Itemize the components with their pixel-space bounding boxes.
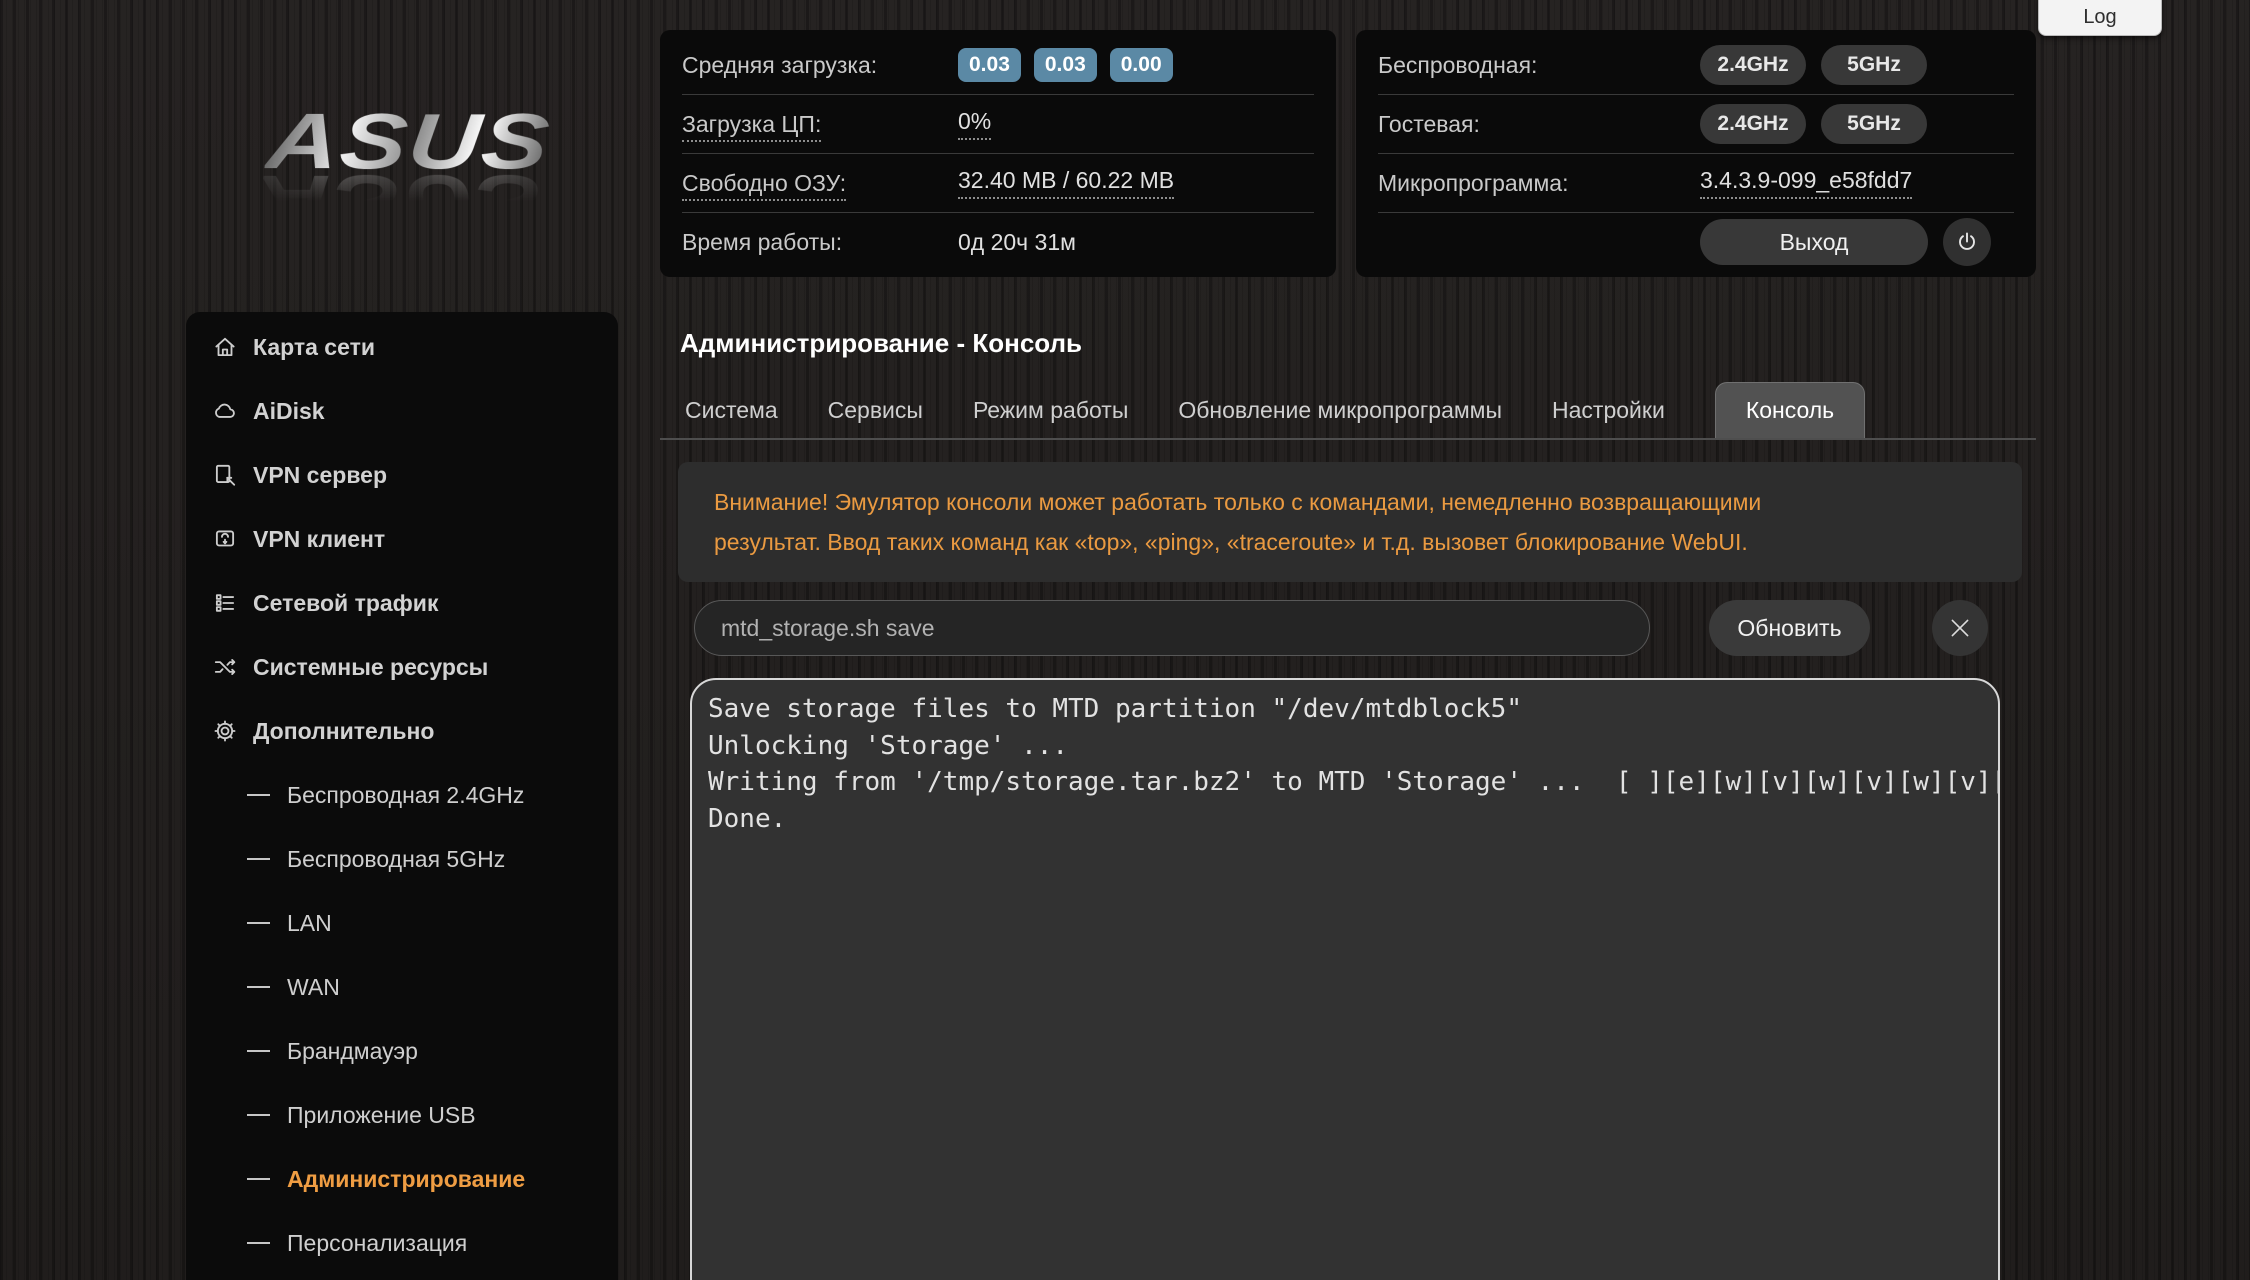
sidebar-item-label: VPN сервер (253, 461, 387, 488)
sidebar-subitem-wireless-24[interactable]: Беспроводная 2.4GHz (186, 763, 618, 827)
dash-icon (247, 1242, 270, 1244)
sidebar-item-network-map[interactable]: Карта сети (186, 315, 618, 379)
vpn-server-icon (212, 462, 238, 488)
console-line: Unlocking 'Storage' ... (708, 730, 1069, 761)
sidebar-subitem-firewall[interactable]: Брандмауэр (186, 1019, 618, 1083)
sidebar-subitem-label: Брандмауэр (287, 1037, 418, 1064)
tab-system[interactable]: Система (685, 397, 778, 424)
sidebar-subitem-wan[interactable]: WAN (186, 955, 618, 1019)
sidebar-subitem-label: LAN (287, 909, 332, 936)
refresh-button[interactable]: Обновить (1709, 600, 1870, 656)
dash-icon (247, 1178, 270, 1180)
dash-icon (247, 986, 270, 988)
sidebar-item-system-resources[interactable]: Системные ресурсы (186, 635, 618, 699)
cloud-icon (212, 398, 238, 424)
main-content: Администрирование - Консоль Система Серв… (660, 0, 2036, 1280)
console-line: Done. (708, 803, 787, 834)
tab-console[interactable]: Консоль (1714, 382, 1866, 438)
home-icon (212, 334, 238, 360)
tab-settings[interactable]: Настройки (1552, 397, 1665, 424)
gear-icon (212, 718, 238, 744)
sidebar-item-label: VPN клиент (253, 525, 386, 552)
sidebar-item-aidisk[interactable]: AiDisk (186, 379, 618, 443)
sidebar-subitem-administration[interactable]: Администрирование (186, 1147, 618, 1211)
warning-line-2: результат. Ввод таких команд как «top», … (714, 529, 1748, 555)
dash-icon (247, 858, 270, 860)
warning-line-1: Внимание! Эмулятор консоли может работат… (714, 489, 1762, 515)
console-line: Save storage files to MTD partition "/de… (708, 694, 1522, 724)
router-admin-page: Log ASUS Средняя загрузка: 0.03 0.03 0.0… (0, 0, 2250, 1280)
console-line: Writing from '/tmp/storage.tar.bz2' to M… (708, 767, 1998, 797)
sidebar-subitem-label: Приложение USB (287, 1101, 476, 1128)
sidebar-item-advanced[interactable]: Дополнительно (186, 699, 618, 763)
sidebar-subitem-lan[interactable]: LAN (186, 891, 618, 955)
log-button[interactable]: Log (2038, 0, 2162, 36)
traffic-list-icon (212, 590, 238, 616)
sidebar-subitem-wireless-5[interactable]: Беспроводная 5GHz (186, 827, 618, 891)
sidebar-subitem-usb-application[interactable]: Приложение USB (186, 1083, 618, 1147)
tab-operation-mode[interactable]: Режим работы (973, 397, 1128, 424)
vpn-client-icon (212, 526, 238, 552)
sidebar-item-label: Системные ресурсы (253, 653, 489, 680)
close-icon (1947, 615, 1973, 641)
console-warning: Внимание! Эмулятор консоли может работат… (678, 462, 2022, 582)
tab-services[interactable]: Сервисы (828, 397, 923, 424)
command-input[interactable] (694, 600, 1650, 656)
sidebar-item-label: Карта сети (253, 333, 375, 360)
sidebar-subitem-label: Беспроводная 5GHz (287, 845, 506, 872)
sidebar-subitem-personalization[interactable]: Персонализация (186, 1211, 618, 1275)
dash-icon (247, 922, 270, 924)
page-title: Администрирование - Консоль (680, 328, 1083, 358)
sidebar-item-label: Сетевой трафик (253, 589, 439, 616)
close-button[interactable] (1932, 600, 1988, 656)
sidebar-nav: Карта сети AiDisk VPN сервер VPN клиент … (186, 312, 618, 1280)
sidebar-subitem-label: Персонализация (287, 1229, 468, 1256)
sidebar-item-network-traffic[interactable]: Сетевой трафик (186, 571, 618, 635)
sidebar-subitem-label: WAN (287, 973, 340, 1000)
sidebar-subitem-label: Беспроводная 2.4GHz (287, 781, 525, 808)
console-output[interactable]: Save storage files to MTD partition "/de… (690, 678, 2000, 1280)
asus-logo: ASUS (262, 97, 555, 185)
tab-bar: Система Сервисы Режим работы Обновление … (660, 382, 2036, 440)
sidebar-item-label: Дополнительно (253, 717, 435, 744)
sidebar-item-vpn-client[interactable]: VPN клиент (186, 507, 618, 571)
dash-icon (247, 794, 270, 796)
dash-icon (247, 1050, 270, 1052)
dash-icon (247, 1114, 270, 1116)
sidebar-item-label: AiDisk (253, 397, 325, 424)
shuffle-icon (212, 654, 238, 680)
sidebar-subitem-label: Администрирование (287, 1165, 526, 1192)
tab-firmware-upgrade[interactable]: Обновление микропрограммы (1178, 397, 1502, 424)
sidebar-item-vpn-server[interactable]: VPN сервер (186, 443, 618, 507)
